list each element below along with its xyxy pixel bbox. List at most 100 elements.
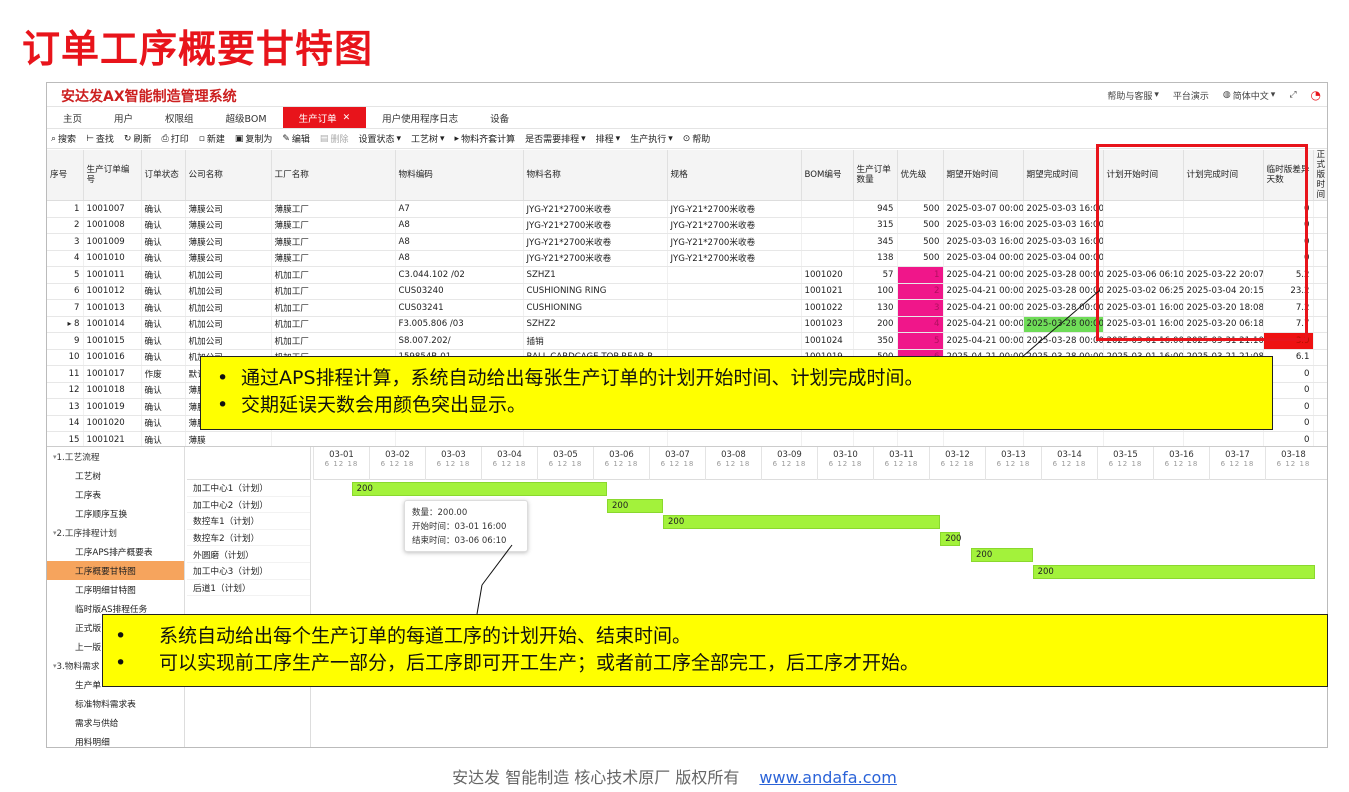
day-label: 03-04	[497, 450, 522, 460]
gantt-bar[interactable]: 200	[351, 482, 607, 496]
tab-label: 超级BOM	[225, 113, 267, 125]
tree-item[interactable]: 工艺树	[47, 466, 184, 485]
bell-icon[interactable]: ◔	[1311, 88, 1321, 102]
table-cell: A7	[395, 200, 524, 218]
col-header[interactable]: 期望开始时间	[943, 150, 1024, 201]
table-cell	[1313, 332, 1327, 350]
timeline-day: 03-18 6 12 18	[1265, 447, 1321, 480]
col-header[interactable]: 公司名称	[185, 150, 272, 201]
help-menu[interactable]: 帮助与客服 ▾	[1107, 89, 1159, 102]
hour-ticks: 6 12 18	[548, 460, 583, 468]
table-cell: 10	[47, 349, 84, 366]
tab-4[interactable]: 生产订单 ✕	[282, 107, 367, 128]
col-header[interactable]: 生产订单数量	[853, 150, 898, 201]
toolbar-11[interactable]: 是否需要排程 ▾	[525, 132, 586, 146]
gantt-bar[interactable]: 200	[663, 515, 941, 530]
table-row[interactable]: 15 1001021 确认 薄膜 0	[47, 431, 1327, 446]
table-cell: 确认	[141, 332, 186, 350]
toolbar-5[interactable]: ▣ 复制为	[235, 132, 273, 146]
table-cell: 2025-03-28 00:00	[1023, 283, 1104, 300]
toolbar-13[interactable]: 生产执行 ▾	[630, 132, 673, 146]
toolbar-14[interactable]: ⊙ 帮助	[683, 132, 711, 146]
highlight-box	[1096, 144, 1308, 341]
col-header[interactable]: BOM编号	[801, 150, 854, 201]
day-label: 03-18	[1281, 450, 1306, 460]
gantt-bar[interactable]: 200	[971, 548, 1033, 563]
toolbar-9[interactable]: 工艺树 ▾	[411, 132, 445, 146]
table-cell: 1001023	[801, 316, 854, 333]
toolbar-label: 编辑	[291, 135, 310, 145]
timeline-day: 03-01 6 12 18	[313, 447, 369, 480]
fullscreen-icon[interactable]: ⤢	[1289, 90, 1296, 100]
table-cell: A8	[395, 217, 524, 234]
col-header[interactable]: 序号	[47, 150, 84, 201]
table-cell: JYG-Y21*2700米收卷	[667, 217, 802, 234]
col-header[interactable]: 规格	[667, 150, 802, 201]
toolbar-2[interactable]: ↻ 刷新	[124, 132, 152, 146]
tree-group[interactable]: ▾ 1.工艺流程	[47, 447, 184, 466]
col-header[interactable]: 物料名称	[523, 150, 668, 201]
tab-0[interactable]: 主页	[47, 107, 98, 128]
table-cell: 机加公司	[185, 316, 272, 333]
tab-label: 权限组	[165, 113, 194, 125]
gantt-bar[interactable]: 200	[607, 498, 663, 513]
hour-ticks: 6 12 18	[436, 460, 471, 468]
tree-label: 用料明细	[75, 738, 110, 748]
tab-6[interactable]: 设备	[474, 107, 525, 128]
toolbar-4[interactable]: ▫ 新建	[199, 132, 225, 146]
tree-item[interactable]: 工序APS排产概要表	[47, 542, 184, 561]
col-header[interactable]: 优先级	[897, 150, 944, 201]
tab-3[interactable]: 超级BOM	[210, 107, 283, 128]
table-cell: 确认	[141, 217, 186, 234]
tab-1[interactable]: 用户	[98, 107, 149, 128]
gantt-bar[interactable]: 200	[1032, 565, 1316, 579]
toolbar-label: 生产执行	[630, 135, 667, 145]
toolbar-3[interactable]: ⎙ 打印	[161, 132, 188, 146]
table-cell: 薄膜公司	[185, 250, 272, 267]
language-menu[interactable]: ◍ 简体中文 ▾	[1223, 89, 1275, 102]
col-header[interactable]: 物料编码	[395, 150, 524, 201]
day-label: 03-12	[945, 450, 970, 460]
col-header[interactable]: 工厂名称	[271, 150, 396, 201]
table-cell	[1023, 431, 1104, 446]
col-header[interactable]: 正式版时间	[1313, 150, 1327, 201]
table-cell: 机加公司	[185, 299, 272, 317]
table-cell: 2	[47, 217, 84, 234]
tree-group[interactable]: ▾ 2.工序排程计划	[47, 523, 184, 542]
tab-5[interactable]: 用户使用程序日志	[366, 107, 474, 128]
toolbar-0[interactable]: ⌕ 搜索	[51, 132, 76, 146]
tree-item[interactable]: 工序表	[47, 485, 184, 504]
table-cell: 机加工厂	[271, 266, 396, 284]
tree-item[interactable]: 用料明细	[47, 732, 184, 748]
demo-link[interactable]: 平台演示	[1173, 89, 1209, 102]
timeline-day: 03-04 6 12 18	[481, 447, 537, 480]
table-cell: 确认	[141, 349, 186, 366]
toolbar-10[interactable]: ▸ 物料齐套计算	[455, 132, 516, 146]
tree-item[interactable]: 需求与供给	[47, 713, 184, 732]
col-header[interactable]: 生产订单编号	[83, 150, 142, 201]
tree-item[interactable]: 标准物料需求表	[47, 694, 184, 713]
table-cell: 插销	[523, 332, 668, 350]
close-icon[interactable]: ✕	[343, 113, 351, 123]
tree-item[interactable]: 工序顺序互换	[47, 504, 184, 523]
hour-ticks: 6 12 18	[1164, 460, 1199, 468]
toolbar-12[interactable]: 排程 ▾	[596, 132, 621, 146]
toolbar-icon: ⌕	[51, 133, 57, 144]
footer-link[interactable]: www.andafa.com	[759, 768, 896, 787]
toolbar-1[interactable]: ⊢ 查找	[86, 132, 114, 146]
toolbar-8[interactable]: 设置状态 ▾	[358, 132, 401, 146]
tree-label: 工艺树	[75, 472, 102, 482]
tree-item[interactable]: 工序明细甘特图	[47, 580, 184, 599]
top-right-menu: 帮助与客服 ▾ 平台演示 ◍ 简体中文 ▾ ⤢ ◔	[1107, 88, 1321, 102]
toolbar-7[interactable]: ▤ 删除	[319, 132, 349, 146]
table-cell: 9	[47, 332, 84, 350]
toolbar-6[interactable]: ✎ 编辑	[282, 132, 310, 146]
toolbar-icon: ▤	[319, 133, 329, 144]
col-header[interactable]: 期望完成时间	[1023, 150, 1104, 201]
table-cell	[801, 217, 854, 234]
gantt-bar[interactable]: 200	[940, 531, 961, 546]
tab-2[interactable]: 权限组	[149, 107, 210, 128]
table-cell: 薄膜工厂	[271, 250, 396, 267]
tree-item[interactable]: 工序概要甘特图	[47, 561, 184, 580]
col-header[interactable]: 订单状态	[141, 150, 186, 201]
